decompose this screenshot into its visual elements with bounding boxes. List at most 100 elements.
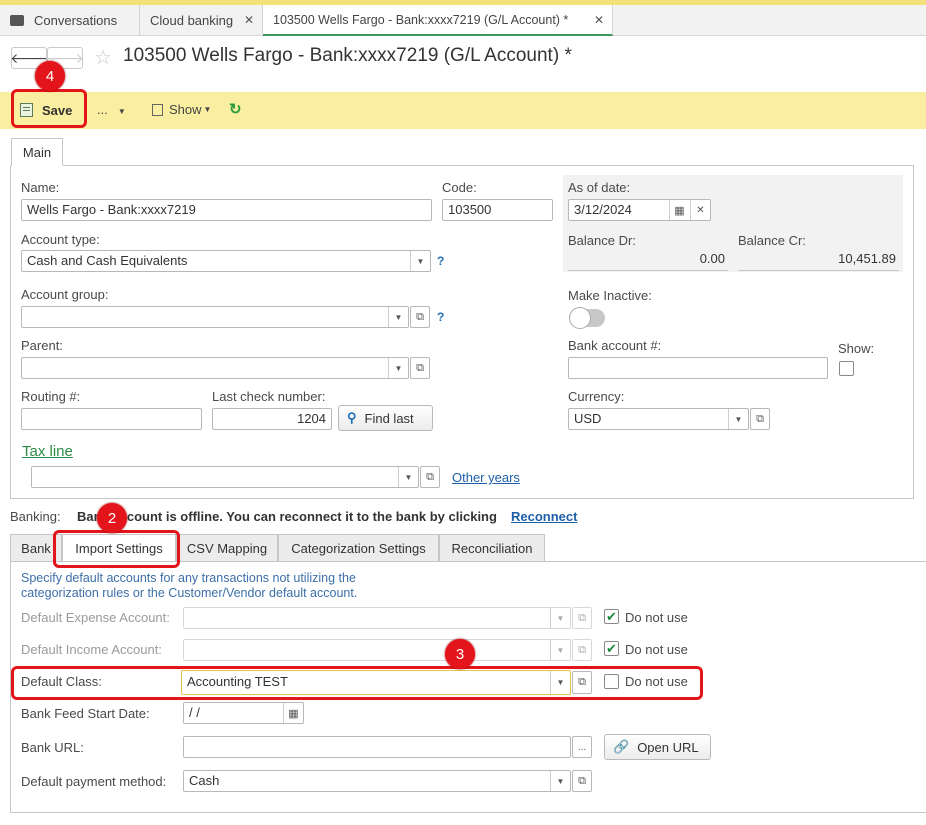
do-not-use-label: Do not use: [625, 610, 688, 625]
help-icon[interactable]: ?: [437, 254, 444, 268]
callout-import-settings: [53, 530, 180, 568]
tab-categorization-settings[interactable]: Categorization Settings: [278, 534, 439, 562]
open-icon: ⧉: [572, 607, 592, 629]
other-years-link[interactable]: Other years: [452, 470, 520, 485]
default-income-select: ▼: [183, 639, 571, 661]
banking-status-message: Bank account is offline. You can reconne…: [77, 509, 497, 524]
reconnect-link[interactable]: Reconnect: [511, 509, 577, 524]
routing-input[interactable]: [21, 408, 202, 430]
show-checkbox[interactable]: [839, 361, 854, 376]
calendar-icon[interactable]: ▦: [283, 703, 303, 723]
open-icon[interactable]: ⧉: [420, 466, 440, 488]
bank-url-label: Bank URL:: [21, 740, 84, 755]
make-inactive-toggle[interactable]: [569, 307, 605, 329]
account-group-label: Account group:: [21, 287, 109, 302]
info-line: categorization rules or the Customer/Ven…: [21, 586, 358, 600]
chat-icon: [10, 15, 24, 26]
chevron-down-icon[interactable]: ▼: [550, 771, 570, 791]
chevron-down-icon: ▼: [117, 107, 126, 116]
last-check-label: Last check number:: [212, 389, 326, 404]
balance-dr-label: Balance Dr:: [568, 233, 636, 248]
find-last-button[interactable]: ⚲ Find last: [338, 405, 433, 431]
code-input[interactable]: 103500: [442, 199, 553, 221]
chevron-down-icon[interactable]: ▼: [398, 467, 418, 487]
tax-line-select[interactable]: ▼: [31, 466, 419, 488]
clear-icon[interactable]: ✕: [690, 200, 710, 220]
info-text: Specify default accounts for any transac…: [21, 571, 357, 601]
step-badge-4: 4: [35, 61, 65, 91]
star-icon[interactable]: ☆: [94, 45, 112, 70]
close-icon[interactable]: ✕: [594, 13, 604, 27]
open-icon[interactable]: ⧉: [572, 770, 592, 792]
open-icon[interactable]: ⧉: [410, 357, 430, 379]
balance-cr-value: 10,451.89: [738, 251, 899, 271]
toggle-knob: [569, 307, 591, 329]
last-check-input[interactable]: 1204: [212, 408, 332, 430]
show-label: Show:: [838, 341, 875, 356]
parent-label: Parent:: [21, 338, 63, 353]
close-icon[interactable]: ✕: [244, 13, 254, 27]
tab-label: 103500 Wells Fargo - Bank:xxxx7219 (G/L …: [273, 12, 569, 27]
make-inactive-label: Make Inactive:: [568, 288, 652, 303]
chevron-down-icon[interactable]: ▼: [728, 409, 748, 429]
currency-value: USD: [574, 411, 602, 426]
tab-csv-mapping[interactable]: CSV Mapping: [176, 534, 278, 562]
expense-do-not-use-checkbox[interactable]: ✔: [604, 609, 619, 624]
parent-select[interactable]: ▼: [21, 357, 409, 379]
account-group-select[interactable]: ▼: [21, 306, 409, 328]
help-icon[interactable]: ?: [437, 310, 444, 324]
bank-account-input[interactable]: [568, 357, 828, 379]
bank-url-input[interactable]: [183, 736, 571, 758]
open-url-button[interactable]: 🔗 Open URL: [604, 734, 711, 760]
tab-reconciliation[interactable]: Reconciliation: [439, 534, 545, 562]
open-icon[interactable]: ⧉: [750, 408, 770, 430]
account-type-label: Account type:: [21, 232, 100, 247]
default-expense-label: Default Expense Account:: [21, 610, 170, 625]
code-label: Code:: [442, 180, 477, 195]
find-last-label: Find last: [364, 410, 414, 426]
default-income-label: Default Income Account:: [21, 642, 162, 657]
payment-method-value: Cash: [189, 773, 220, 788]
chevron-down-icon: ▼: [203, 105, 212, 114]
tab-gl-account[interactable]: 103500 Wells Fargo - Bank:xxxx7219 (G/L …: [263, 5, 613, 36]
bank-feed-date-value: / /: [189, 705, 200, 720]
bank-account-label: Bank account #:: [568, 338, 662, 353]
step-badge-2: 2: [97, 503, 127, 533]
income-do-not-use-checkbox[interactable]: ✔: [604, 641, 619, 656]
account-type-select[interactable]: Cash and Cash Equivalents ▼: [21, 250, 431, 272]
tab-conversations[interactable]: Conversations: [0, 5, 140, 36]
callout-default-class: [11, 666, 703, 700]
currency-label: Currency:: [568, 389, 625, 404]
chevron-down-icon[interactable]: ▼: [410, 251, 430, 271]
search-icon: ⚲: [347, 410, 357, 425]
show-menu-button[interactable]: Show ▼: [152, 102, 211, 117]
do-not-use-label: Do not use: [625, 642, 688, 657]
payment-method-select[interactable]: Cash ▼: [183, 770, 571, 792]
report-icon: [152, 103, 163, 116]
tab-main[interactable]: Main: [11, 138, 63, 166]
tax-line-link[interactable]: Tax line: [22, 443, 73, 460]
more-button[interactable]: ... ▼: [97, 102, 126, 117]
routing-label: Routing #:: [21, 389, 81, 404]
chevron-down-icon[interactable]: ▼: [388, 358, 408, 378]
payment-method-label: Default payment method:: [21, 774, 167, 789]
bank-feed-date-input[interactable]: / / ▦: [183, 702, 304, 724]
balance-cr-label: Balance Cr:: [738, 233, 806, 248]
refresh-icon[interactable]: ↻: [229, 100, 242, 118]
name-input[interactable]: Wells Fargo - Bank:xxxx7219: [21, 199, 432, 221]
as-of-date-label: As of date:: [568, 180, 631, 195]
ellipsis-button[interactable]: ...: [572, 736, 592, 758]
as-of-date-input[interactable]: 3/12/2024 ▦ ✕: [568, 199, 711, 221]
tab-main-label: Main: [22, 144, 52, 160]
open-icon[interactable]: ⧉: [410, 306, 430, 328]
tab-cloud-banking[interactable]: Cloud banking ✕: [140, 5, 263, 36]
bank-feed-label: Bank Feed Start Date:: [21, 706, 150, 721]
calendar-icon[interactable]: ▦: [669, 200, 689, 220]
chevron-down-icon[interactable]: ▼: [388, 307, 408, 327]
banking-label: Banking:: [10, 509, 61, 524]
show-label: Show: [169, 102, 202, 117]
toolbar: [0, 92, 926, 129]
tab-label: Cloud banking: [150, 13, 234, 28]
currency-select[interactable]: USD ▼: [568, 408, 749, 430]
chevron-down-icon: ▼: [550, 608, 570, 628]
